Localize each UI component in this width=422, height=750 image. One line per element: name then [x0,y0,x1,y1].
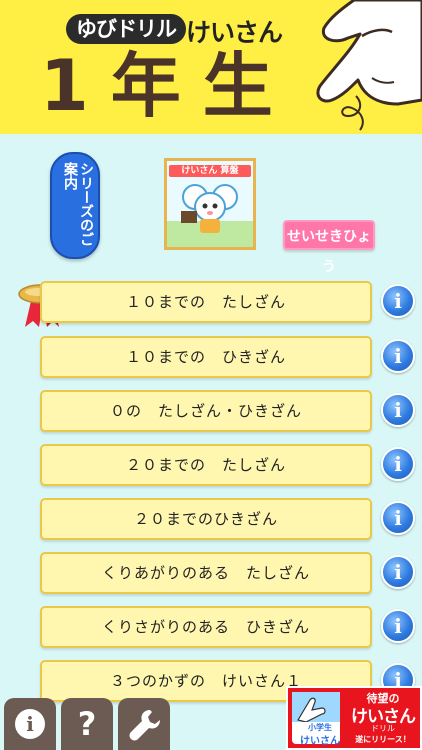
series-guide-button[interactable]: シリーズのご案内 [50,152,100,259]
grade-title: 1年生 [40,45,295,127]
lesson-button-1[interactable]: １０までの たしざん [40,281,372,323]
promo-app-icon: 小学生 けいさん [292,692,340,747]
lesson-1-info-icon[interactable]: i [381,284,415,318]
app-thumbnail[interactable]: けいさん 算盤 [164,158,256,250]
lesson-5-info-icon[interactable]: i [381,501,415,535]
promo-banner[interactable]: 小学生 けいさん 待望の けいさん ドリル 遂にリリース！ [286,686,422,750]
app-header: ゆびドリル けいさん 1年生 [0,0,422,134]
settings-button[interactable] [118,698,170,750]
series-guide-label: シリーズのご案内 [62,162,94,246]
wrench-icon [129,710,160,741]
lesson-button-5[interactable]: ２０までのひきざん [40,498,372,540]
lesson-6-info-icon[interactable]: i [381,555,415,589]
app-info-glyph: i [26,712,34,736]
pointing-hand-icon [292,692,340,723]
promo-icon-big-label: けいさん [300,736,340,747]
lesson-button-3[interactable]: ０の たしざん・ひきざん [40,390,372,432]
pointing-hand-icon [316,0,422,131]
help-button[interactable]: ? [61,698,113,750]
brand-label: ゆびドリル [66,14,186,44]
app-info-button[interactable]: i [4,698,56,750]
lesson-2-info-icon[interactable]: i [381,339,415,373]
lesson-3-info-icon[interactable]: i [381,393,415,427]
lesson-button-7[interactable]: くりさがりのある ひきざん [40,606,372,648]
lesson-button-4[interactable]: ２０までの たしざん [40,444,372,486]
lesson-button-6[interactable]: くりあがりのある たしざん [40,552,372,594]
lesson-7-info-icon[interactable]: i [381,609,415,643]
app-screen: ゆびドリル けいさん 1年生 シリーズのご案内 けいさん 算盤 せいせきひょう … [0,0,422,750]
lesson-button-2[interactable]: １０までの ひきざん [40,336,372,378]
help-icon: ? [77,705,97,743]
records-button[interactable]: せいせきひょう [283,220,375,275]
thumbnail-title: けいさん 算盤 [181,166,239,176]
promo-line-4: 遂にリリース！ [355,735,411,744]
promo-line-3: ドリル [371,724,395,733]
lesson-4-info-icon[interactable]: i [381,447,415,481]
app-subtitle: けいさん [186,18,283,47]
